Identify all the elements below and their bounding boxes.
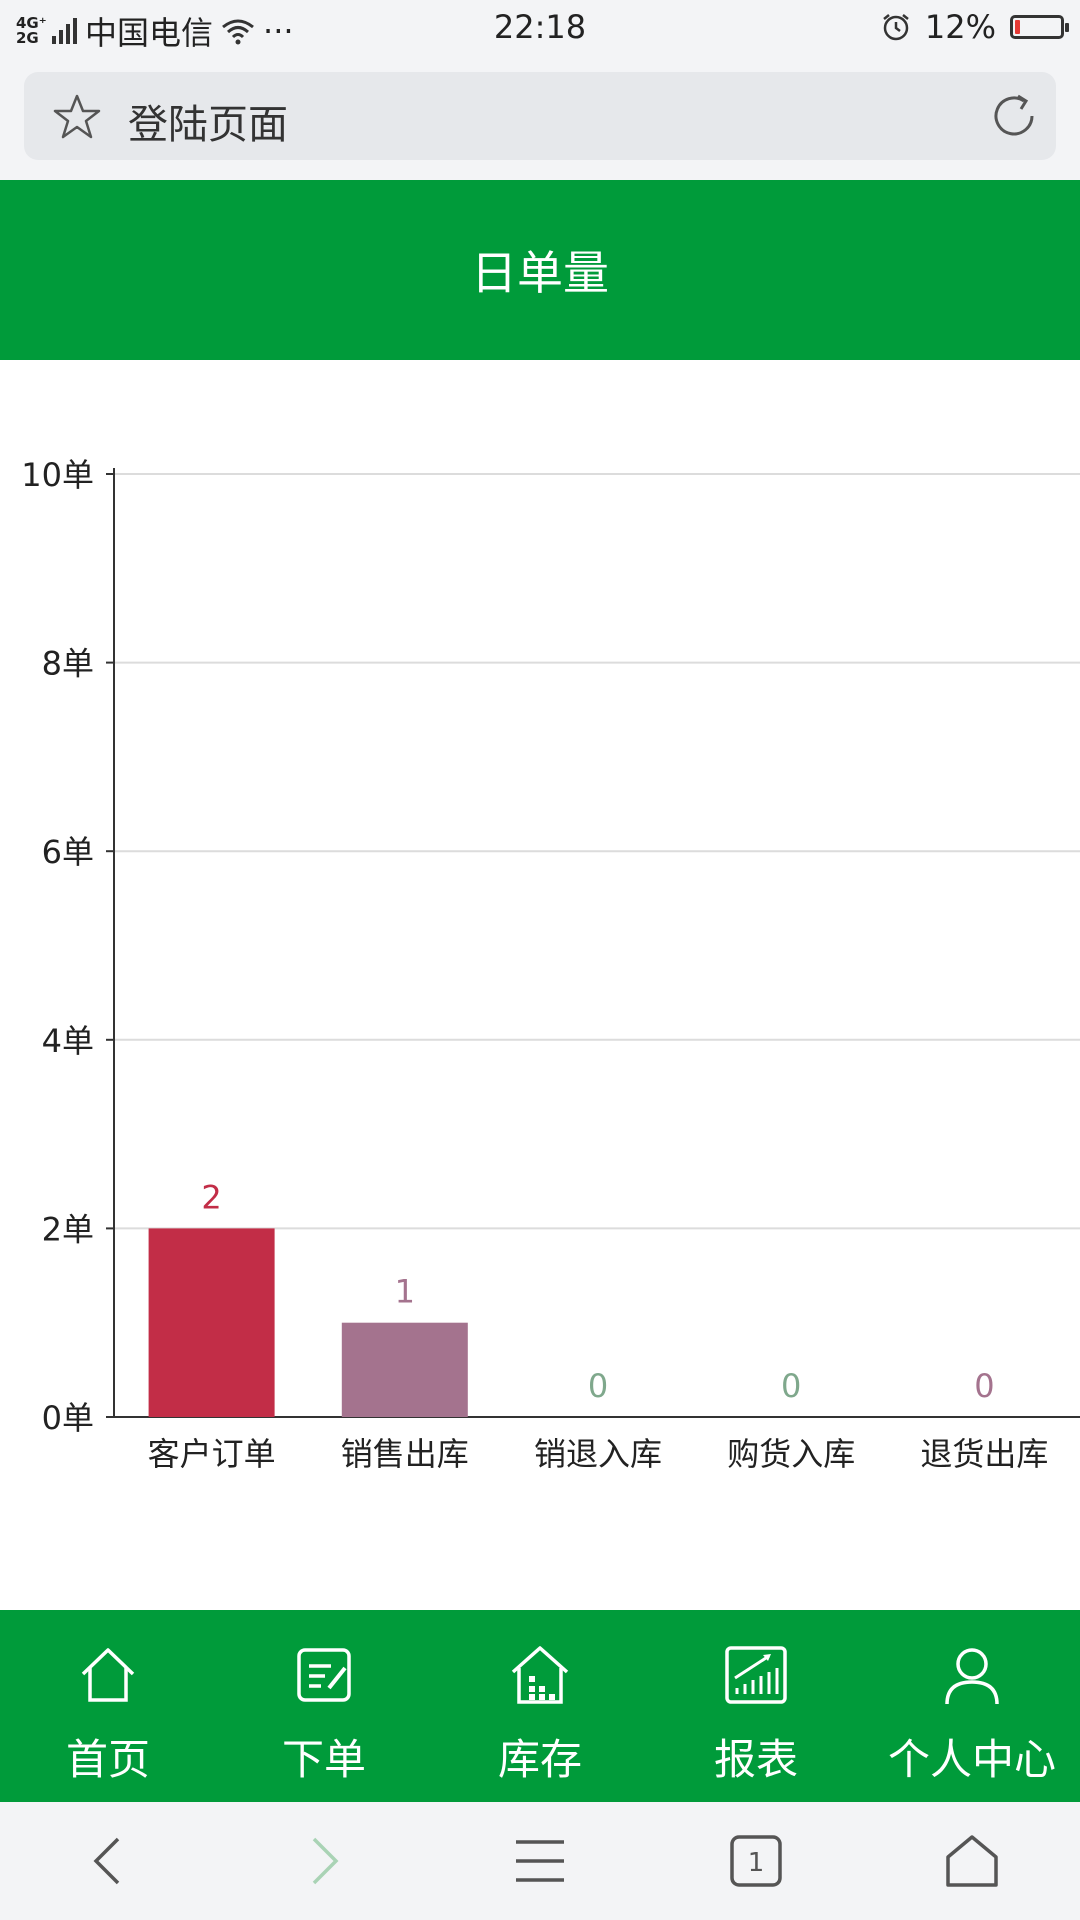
menu-icon (516, 1840, 564, 1882)
back-button[interactable] (0, 1802, 216, 1920)
page-header: 日单量 (0, 180, 1080, 360)
address-bar[interactable]: 登陆页面 (24, 72, 1056, 160)
page-title: 登陆页面 (128, 102, 288, 148)
bar-value-label: 0 (974, 1367, 994, 1405)
alarm-icon (883, 14, 909, 41)
tab-label-inventory: 库存 (497, 1735, 582, 1784)
chevron-right-icon (312, 1837, 339, 1885)
user-icon (945, 1648, 999, 1705)
bar-chart: 0单 2单 4单 6单 8单 10单 2 客户订单 1 销售出库 0 销退入库 0 购货入库 0 退货出库 (21, 456, 1080, 1473)
header-title: 日单量 (471, 246, 609, 300)
bar-value-label: 2 (201, 1178, 221, 1216)
y-tick-label: 2单 (42, 1210, 94, 1248)
warehouse-icon (511, 1646, 569, 1704)
tab-profile[interactable]: 个人中心 (864, 1610, 1080, 1802)
chevron-left-icon (93, 1837, 120, 1885)
edit-order-icon (297, 1648, 351, 1702)
status-bar: 4G⁺ 2G 中国电信 ··· 22:18 12% (0, 0, 1080, 58)
bar-value-label: 0 (588, 1367, 608, 1405)
browser-nav-bar: 1 (0, 1802, 1080, 1920)
tab-home[interactable]: 首页 (0, 1610, 216, 1802)
report-chart-icon (725, 1646, 787, 1704)
tab-label-profile: 个人中心 (887, 1735, 1056, 1784)
tab-inventory[interactable]: 库存 (432, 1610, 648, 1802)
y-tick-label: 4单 (42, 1022, 94, 1060)
tab-order[interactable]: 下单 (216, 1610, 432, 1802)
forward-button[interactable] (216, 1802, 432, 1920)
tabs-icon: 1 (730, 1835, 782, 1887)
home-button[interactable] (864, 1802, 1080, 1920)
y-tick-label: 0单 (42, 1399, 94, 1437)
tab-label-home: 首页 (65, 1735, 150, 1784)
home-icon (81, 1648, 135, 1702)
tab-count: 1 (748, 1848, 765, 1878)
menu-button[interactable] (432, 1802, 648, 1920)
x-category-label: 销退入库 (534, 1435, 662, 1473)
tab-label-reports: 报表 (713, 1735, 798, 1784)
y-tick-label: 6单 (42, 833, 94, 871)
battery-percent: 12% (924, 8, 996, 46)
x-category-label: 销售出库 (341, 1435, 469, 1473)
bar-value-label: 0 (781, 1367, 801, 1405)
browser-toolbar: 登陆页面 (0, 58, 1080, 180)
tab-label-order: 下单 (281, 1735, 366, 1784)
tab-reports[interactable]: 报表 (648, 1610, 864, 1802)
y-tick-label: 10单 (21, 456, 94, 494)
x-category-label: 退货出库 (920, 1435, 1048, 1473)
battery-icon (1010, 15, 1069, 39)
x-category-label: 购货入库 (727, 1435, 855, 1473)
daily-orders-chart: 0单 2单 4单 6单 8单 10单 2 客户订单 1 销售出库 0 销退入库 0 购货入库 0 退货出库 (0, 360, 1080, 1610)
bookmark-star-icon[interactable] (52, 92, 102, 142)
x-category-label: 客户订单 (148, 1435, 276, 1473)
refresh-icon[interactable] (988, 90, 1040, 142)
bar (341, 1322, 468, 1417)
bar-value-label: 1 (395, 1273, 415, 1311)
browser-home-icon (946, 1835, 998, 1887)
bottom-tab-bar: 首页 下单 库存 报表 个人中心 (0, 1610, 1080, 1802)
bar (148, 1228, 275, 1417)
tabs-button[interactable]: 1 (648, 1802, 864, 1920)
y-tick-label: 8单 (42, 645, 94, 683)
